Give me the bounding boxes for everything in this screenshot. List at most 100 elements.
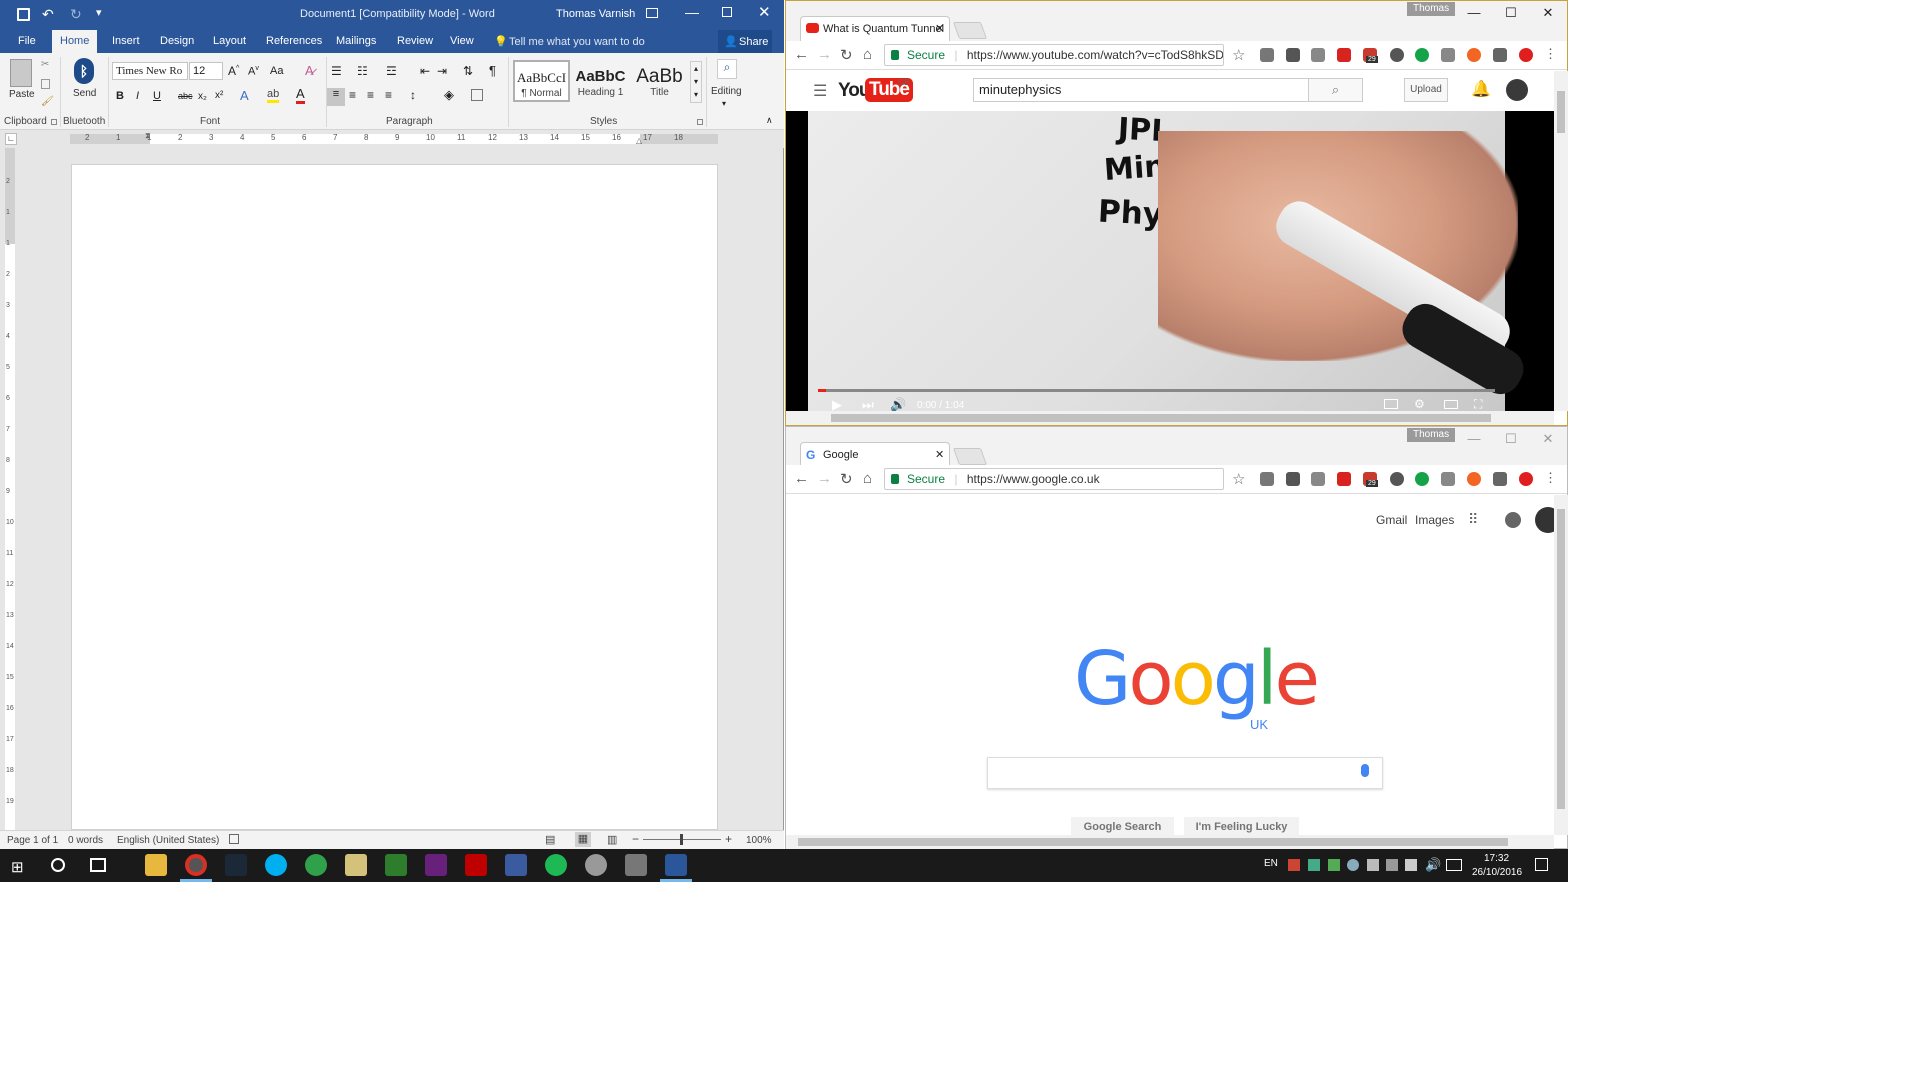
tab-design[interactable]: Design (152, 30, 202, 53)
line-spacing-icon[interactable]: ↕ (410, 88, 416, 102)
font-color-icon[interactable]: A (296, 87, 305, 104)
word-user-name[interactable]: Thomas Varnish (556, 8, 635, 20)
extension-icon[interactable] (1260, 48, 1274, 62)
adblock-icon[interactable] (1519, 472, 1533, 486)
apps-grid-icon[interactable]: ⠿ (1468, 511, 1478, 528)
multilevel-list-icon[interactable]: ☲ (386, 64, 397, 78)
tab-view[interactable]: View (442, 30, 482, 53)
zoom-in-icon[interactable]: + (725, 832, 732, 846)
video-player[interactable]: JPL Minute Physi ▶ ⏭ 🔊 0:00 / 1:04 ⚙ ⛶ (786, 111, 1554, 412)
numbering-icon[interactable]: ☷ (357, 64, 368, 78)
profile-button[interactable]: Thomas (1407, 2, 1456, 16)
subtitles-icon[interactable] (1384, 399, 1398, 409)
italic-button[interactable]: I (136, 90, 139, 102)
align-left-icon[interactable]: ≡ (327, 88, 345, 106)
yt-tab[interactable]: What is Quantum Tunnel ✕ (800, 16, 950, 41)
copy-icon[interactable] (41, 79, 50, 89)
google-search-input[interactable] (987, 757, 1383, 789)
hamburger-icon[interactable]: ☰ (813, 81, 827, 101)
grow-font-icon[interactable]: A^ (228, 64, 239, 78)
align-center-icon[interactable]: ≡ (349, 88, 356, 102)
save-icon[interactable] (17, 8, 30, 21)
reload-icon[interactable]: ↻ (840, 46, 853, 64)
zoom-level[interactable]: 100% (746, 835, 772, 846)
cortana-icon[interactable] (51, 858, 65, 872)
print-layout-icon[interactable]: ▦ (575, 832, 591, 847)
justify-icon[interactable]: ≡ (385, 88, 392, 102)
collapse-ribbon-icon[interactable]: ∧ (766, 115, 773, 126)
sort-icon[interactable]: ⇅ (463, 64, 473, 78)
new-tab-button[interactable] (952, 448, 988, 465)
steam-tray-icon[interactable] (1347, 859, 1359, 871)
customize-qat-icon[interactable]: ▾ (96, 6, 102, 19)
extension-icon[interactable] (1337, 48, 1351, 62)
maximize-icon[interactable]: ☐ (1501, 431, 1521, 447)
dialog-launcher-icon[interactable] (51, 119, 57, 125)
vertical-ruler[interactable]: 2 1 1 2 3 4 5 6 7 8 9 10 11 12 13 14 15 16 17 18 19 (5, 148, 17, 830)
lastpass-icon[interactable] (1311, 472, 1325, 486)
tab-file[interactable]: File (10, 30, 44, 53)
tab-home[interactable]: Home (52, 30, 98, 53)
forward-icon[interactable]: → (817, 470, 832, 487)
honey-icon[interactable] (1467, 48, 1481, 62)
paste-button[interactable]: Paste (9, 89, 35, 100)
web-layout-icon[interactable]: ▥ (607, 833, 617, 846)
network-tool-icon[interactable] (505, 854, 527, 876)
tray-icon[interactable] (1405, 859, 1417, 871)
editing-button[interactable]: Editing (711, 86, 742, 97)
extension-icon[interactable] (1390, 48, 1404, 62)
format-painter-icon[interactable]: 🖌 (41, 96, 54, 107)
spotify-icon[interactable] (545, 854, 567, 876)
progress-bar[interactable] (818, 389, 1495, 392)
settings-gear-icon[interactable]: ⚙ (1414, 397, 1425, 411)
file-explorer-icon[interactable] (145, 854, 167, 876)
minimize-icon[interactable]: — (1464, 431, 1484, 446)
feeling-lucky-button[interactable]: I'm Feeling Lucky (1184, 817, 1299, 835)
adblock-icon[interactable] (1519, 48, 1533, 62)
tab-insert[interactable]: Insert (104, 30, 148, 53)
eyedropper-icon[interactable] (1493, 48, 1507, 62)
lastpass-icon[interactable] (1311, 48, 1325, 62)
undo-icon[interactable]: ↶ (42, 6, 54, 23)
send-button[interactable]: Send (73, 88, 96, 99)
notifications-icon[interactable] (1505, 512, 1521, 528)
action-center-icon[interactable] (1535, 858, 1548, 871)
extension-icon[interactable] (1390, 472, 1404, 486)
bluetooth-icon[interactable]: ᛒ (74, 58, 94, 84)
upload-button[interactable]: Upload (1404, 78, 1448, 102)
font-size-select[interactable]: 12 (189, 62, 223, 80)
yt-vertical-scrollbar[interactable] (1554, 71, 1568, 411)
start-windows-icon[interactable]: ⊞ (11, 858, 24, 876)
bookmark-star-icon[interactable]: ☆ (1232, 470, 1245, 488)
tab-review[interactable]: Review (389, 30, 441, 53)
tab-selector[interactable]: ∟ (5, 133, 17, 145)
shrink-font-icon[interactable]: Av (248, 65, 259, 78)
skype-icon[interactable] (265, 854, 287, 876)
visual-studio-icon[interactable] (425, 854, 447, 876)
maximize-icon[interactable] (722, 7, 732, 17)
word-taskbar-icon[interactable] (665, 854, 687, 876)
gmail-link[interactable]: Gmail (1376, 513, 1407, 527)
chrome-taskbar-icon[interactable] (185, 854, 207, 876)
bookmark-star-icon[interactable]: ☆ (1232, 46, 1245, 64)
home-icon[interactable]: ⌂ (863, 470, 872, 487)
borders-icon[interactable] (471, 89, 483, 101)
right-indent-marker-icon[interactable]: △ (636, 136, 642, 145)
microphone-icon[interactable] (1361, 764, 1369, 777)
align-right-icon[interactable]: ≡ (367, 88, 374, 102)
google-vertical-scrollbar[interactable] (1554, 495, 1568, 835)
language-status[interactable]: English (United States) (117, 835, 219, 846)
reload-icon[interactable]: ↻ (840, 470, 853, 488)
pocket-icon[interactable] (1286, 472, 1300, 486)
tab-close-icon[interactable]: ✕ (935, 17, 944, 41)
subscript-button[interactable]: x₂ (198, 91, 207, 102)
camera-icon[interactable] (1441, 48, 1455, 62)
fullscreen-icon[interactable]: ⛶ (1474, 397, 1482, 412)
minimize-icon[interactable]: — (1464, 5, 1484, 20)
google-search-button[interactable]: Google Search (1071, 817, 1174, 835)
grammarly-icon[interactable] (1415, 48, 1429, 62)
new-tab-button[interactable] (952, 22, 988, 39)
tray-icon[interactable] (1288, 859, 1300, 871)
todoist-icon[interactable]: 29 (1363, 48, 1378, 63)
find-icon[interactable]: ⌕ (717, 59, 737, 79)
